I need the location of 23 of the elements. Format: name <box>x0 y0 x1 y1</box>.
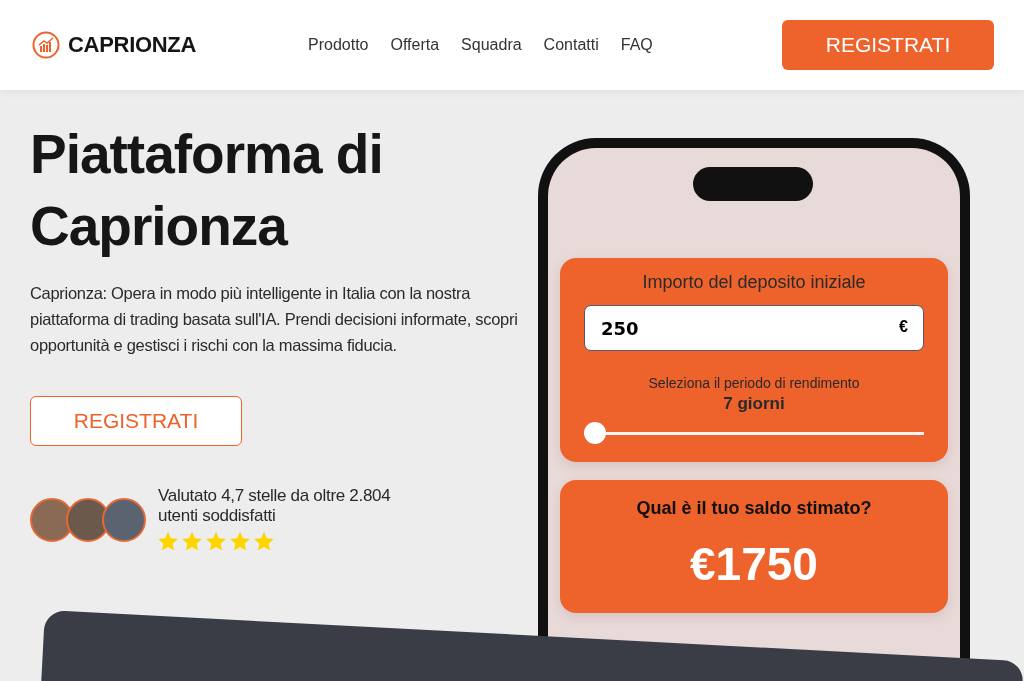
slider-thumb[interactable] <box>584 422 606 444</box>
nav-link[interactable]: Contatti <box>543 36 599 54</box>
nav-link[interactable]: Offerta <box>390 36 440 54</box>
result-value: €1750 <box>690 537 818 591</box>
rating-text: Valutato 4,7 stelle da oltre 2.804 utenti soddisfatti <box>158 486 392 526</box>
avatar-photo-placeholder <box>102 498 146 542</box>
deposit-label: Importo del deposito iniziale <box>642 272 866 293</box>
nav-link[interactable]: Prodotto <box>308 36 369 54</box>
result-question: Qual è il tuo saldo stimato? <box>636 498 872 519</box>
star-icon <box>254 532 274 551</box>
logo-icon <box>32 31 60 59</box>
period-value: 7 giorni <box>723 394 785 414</box>
period-label: Seleziona il periodo di rendimento <box>648 375 860 391</box>
hero-title: Piattaforma di Caprionza <box>30 122 384 259</box>
nav-link[interactable]: FAQ <box>620 36 653 54</box>
nav-link[interactable]: Squadra <box>461 36 522 54</box>
hero-description: Caprionza: Opera in modo più intelligente in Italia con la nostra piattaforma di trading basata sull'IA. Prendi decisioni informate, scopri opportunità e gestisci i rischi con la massima fiducia. <box>30 283 519 356</box>
star-icon <box>158 532 178 551</box>
brand-name[interactable]: CAPRIONZA <box>68 32 197 58</box>
star-icon <box>206 532 226 551</box>
star-icon <box>230 532 250 551</box>
star-icon <box>182 532 202 551</box>
currency-symbol: € <box>899 318 908 336</box>
